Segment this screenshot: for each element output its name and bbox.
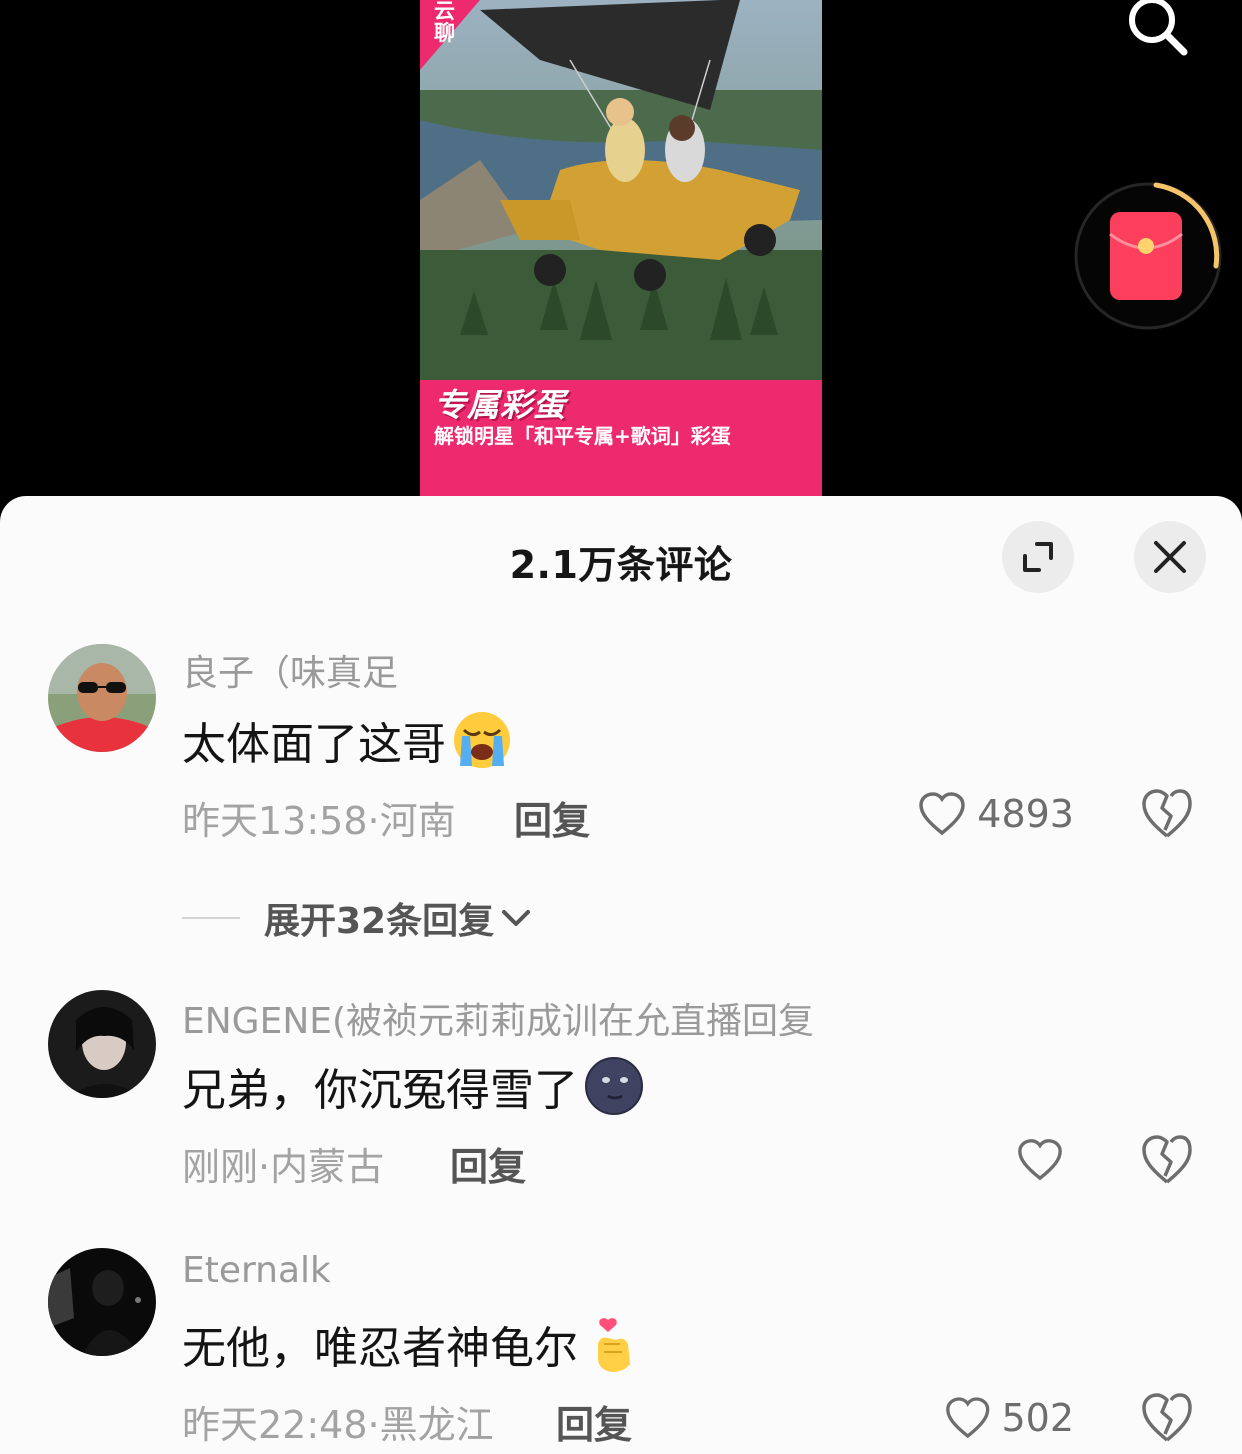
like-count: 4893 [977, 792, 1074, 836]
like-button[interactable]: 4893 [916, 786, 1074, 842]
comment-username[interactable]: Eternalk [182, 1250, 331, 1291]
comment-text-content: 兄弟，你沉冤得雪了 [182, 1065, 578, 1116]
search-button[interactable] [1122, 0, 1194, 60]
broken-heart-icon [1142, 1393, 1192, 1442]
like-button[interactable]: 502 [944, 1390, 1074, 1446]
video-player[interactable]: 云聊 专属彩蛋 解锁明星「和平专属+歌词」彩蛋 [0, 0, 1242, 520]
divider-line [182, 917, 240, 919]
comment-text: 兄弟，你沉冤得雪了 [182, 1054, 644, 1118]
close-sheet-button[interactable] [1134, 521, 1206, 593]
avatar[interactable] [48, 990, 156, 1098]
red-envelope-icon [1074, 182, 1222, 330]
dislike-button[interactable] [1138, 786, 1196, 842]
reply-button[interactable]: 回复 [514, 790, 590, 845]
search-icon [1129, 0, 1188, 56]
comment-text-content: 无他，唯忍者神龟尔 [182, 1323, 578, 1374]
like-button[interactable] [1016, 1132, 1074, 1188]
reply-button[interactable]: 回复 [450, 1136, 526, 1191]
avatar[interactable] [48, 644, 156, 752]
loudly-crying-face-icon [454, 712, 510, 768]
expand-sheet-button[interactable] [1002, 521, 1074, 593]
comment-item: Eternalk 无他，唯忍者神龟尔 昨天22:48·黑龙江 回复 502 [0, 1248, 1242, 1454]
dislike-button[interactable] [1138, 1390, 1196, 1446]
comment-text: 太体面了这哥 [182, 708, 512, 772]
poster-logo: 云聊 [434, 0, 455, 45]
poster-subtitle: 解锁明星「和平专属+歌词」彩蛋 [434, 424, 731, 448]
like-count: 502 [1001, 1396, 1074, 1440]
heart-icon [1018, 1139, 1062, 1181]
broken-heart-icon [1142, 789, 1192, 838]
heart-icon [919, 792, 966, 836]
comment-text-content: 太体面了这哥 [182, 719, 446, 770]
reply-button[interactable]: 回复 [556, 1394, 632, 1449]
comment-meta: 昨天13:58·河南 [182, 799, 456, 843]
red-envelope-button[interactable] [1070, 178, 1226, 334]
chevron-down-icon [502, 910, 531, 926]
avatar[interactable] [48, 1248, 156, 1356]
comments-sheet: 2.1万条评论 良子（味真足 太体面了这哥 昨天13:58·河南 回复 4893… [0, 496, 1242, 1454]
close-icon [1154, 541, 1186, 573]
game-scene-image [420, 0, 822, 380]
hand-with-heart-icon [598, 1318, 630, 1372]
new-moon-face-icon [585, 1057, 643, 1115]
expand-replies-label: 展开32条回复 [264, 901, 495, 942]
comment-text: 无他，唯忍者神龟尔 [182, 1312, 644, 1376]
broken-heart-icon [1142, 1135, 1192, 1184]
comment-item: ENGENE(被祯元莉莉成训在允直播回复 兄弟，你沉冤得雪了 刚刚·内蒙古 回复 [0, 990, 1242, 1220]
expand-replies-button[interactable]: 展开32条回复 [182, 892, 534, 944]
heart-icon [946, 1397, 990, 1439]
expand-icon [1023, 542, 1053, 572]
comment-meta: 刚刚·内蒙古 [182, 1145, 385, 1189]
video-poster: 云聊 专属彩蛋 解锁明星「和平专属+歌词」彩蛋 [420, 0, 822, 498]
comment-username[interactable]: 良子（味真足 [182, 644, 398, 696]
comment-meta: 昨天22:48·黑龙江 [182, 1403, 494, 1447]
dislike-button[interactable] [1138, 1132, 1196, 1188]
comment-username[interactable]: ENGENE(被祯元莉莉成训在允直播回复 [182, 992, 814, 1044]
